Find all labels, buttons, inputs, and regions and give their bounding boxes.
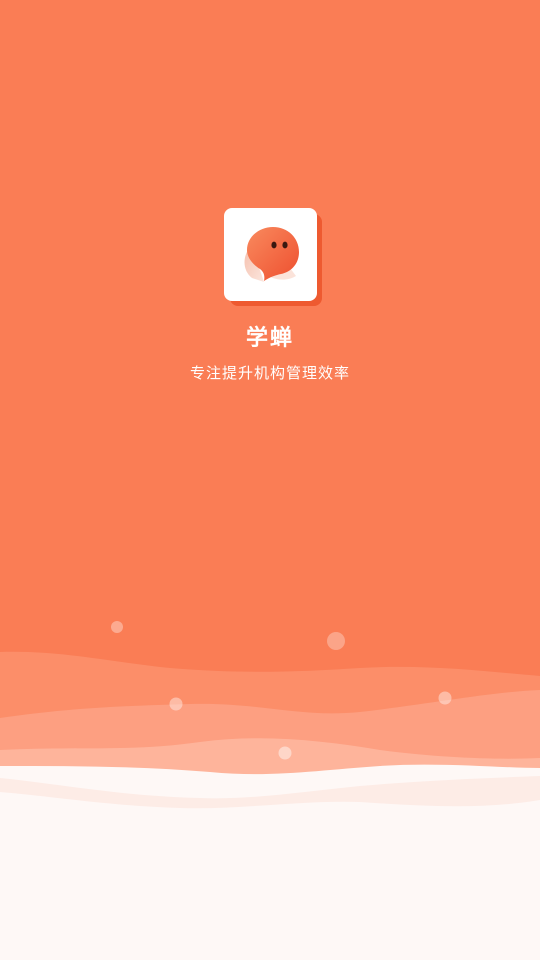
chat-bubble-mascot-icon — [244, 227, 299, 282]
app-tagline: 专注提升机构管理效率 — [189, 364, 350, 382]
bubble-dot — [327, 632, 345, 650]
app-logo — [224, 208, 322, 306]
bubble-dot — [169, 697, 183, 711]
splash-screen: 学蝉 专注提升机构管理效率 — [0, 0, 540, 960]
bubble-dot — [111, 621, 123, 633]
logo-card — [224, 208, 317, 301]
bubble-dot — [278, 746, 292, 760]
decorative-waves — [0, 621, 540, 960]
bubble-dot — [438, 691, 452, 705]
app-name: 学蝉 — [245, 326, 294, 351]
